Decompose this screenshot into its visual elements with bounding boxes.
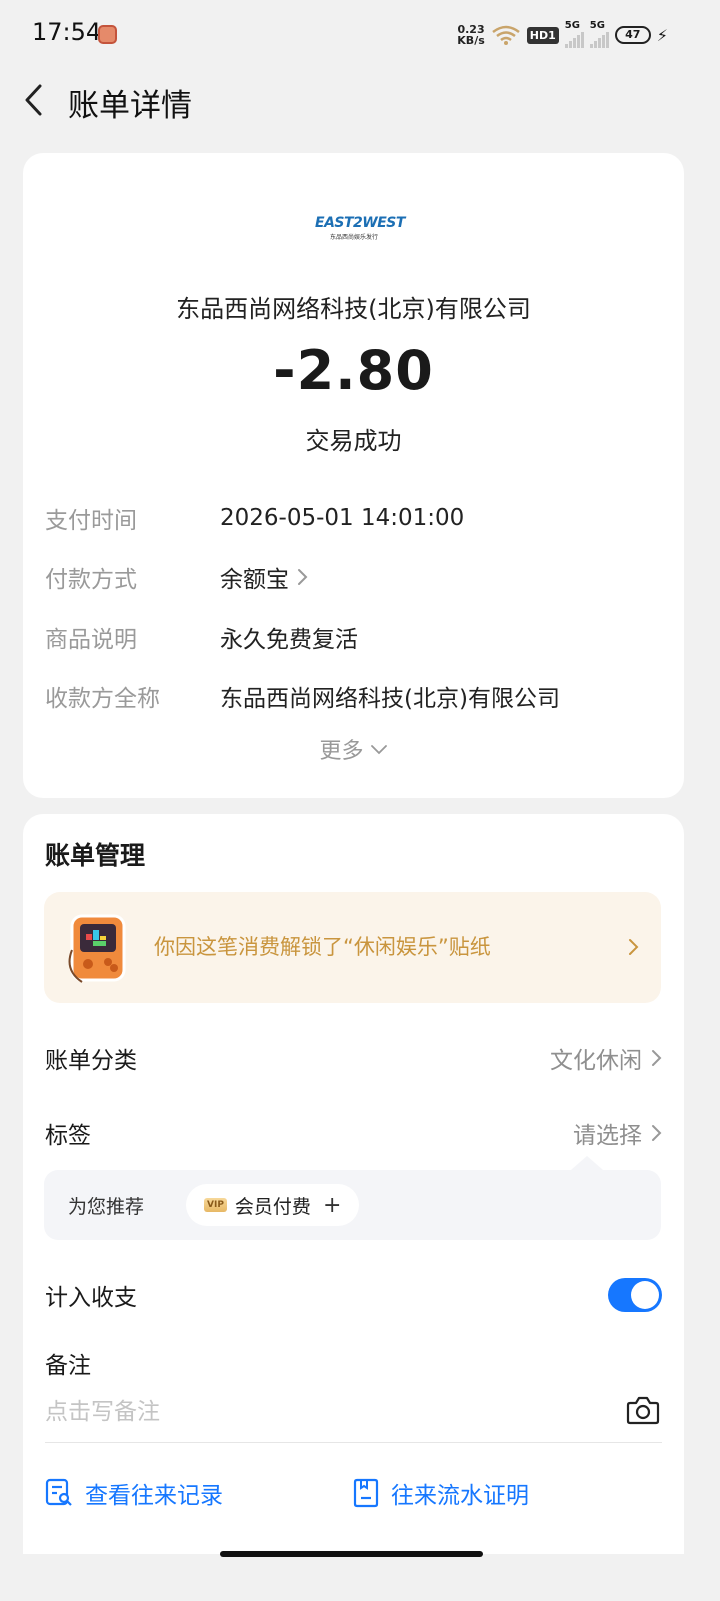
chip-label: 会员付费 <box>234 1195 311 1218</box>
detail-value: 永久免费复活 <box>220 627 358 653</box>
detail-pay-method[interactable]: 付款方式 余额宝 <box>45 557 309 597</box>
status-time: 17:54 <box>32 18 102 46</box>
battery-icon: 47 <box>614 26 651 44</box>
tag-select[interactable]: 请选择 <box>573 1116 662 1150</box>
game-console-sticker-icon <box>68 914 126 983</box>
detail-payee: 收款方全称 东品西尚网络科技(北京)有限公司 <box>45 676 560 716</box>
chevron-down-icon <box>370 745 387 755</box>
detail-value: 东品西尚网络科技(北京)有限公司 <box>220 686 560 712</box>
tag-chip-member-payment[interactable]: VIP 会员付费 + <box>186 1184 360 1226</box>
section-title: 账单管理 <box>45 841 146 870</box>
detail-value[interactable]: 余额宝 <box>220 560 309 594</box>
bill-management-card: 账单管理 你因这笔消费解锁了“休闲娱乐”贴纸 账单分类 文化休闲 标签 请选择 <box>23 814 684 1554</box>
transaction-status: 交易成功 <box>305 427 402 455</box>
status-bar: 17:54 0.23 KB/s HD1 5G 5G 47 ⚡ <box>0 0 720 66</box>
include-toggle[interactable] <box>608 1278 662 1312</box>
divider <box>45 1442 662 1443</box>
signal-icon-sim1: 5G <box>564 20 584 48</box>
view-history-link[interactable]: 查看往来记录 <box>45 1476 223 1510</box>
status-indicators: 0.23 KB/s HD1 5G 5G 47 ⚡ <box>457 20 668 49</box>
page-title: 账单详情 <box>68 88 192 124</box>
detail-label: 收款方全称 <box>45 686 160 712</box>
more-button[interactable]: 更多 <box>23 733 684 765</box>
home-indicator[interactable] <box>220 1551 483 1557</box>
charging-icon: ⚡ <box>656 25 668 45</box>
detail-label: 商品说明 <box>45 627 137 653</box>
tag-row[interactable]: 标签 请选择 <box>45 1113 662 1153</box>
remark-input[interactable] <box>45 1394 605 1430</box>
detail-goods: 商品说明 永久免费复活 <box>45 617 358 657</box>
sticker-promo-banner[interactable]: 你因这笔消费解锁了“休闲娱乐”贴纸 <box>44 892 661 1003</box>
notification-icon <box>98 25 117 44</box>
chevron-right-icon <box>652 1050 662 1066</box>
transaction-proof-label: 往来流水证明 <box>391 1483 529 1509</box>
view-history-label: 查看往来记录 <box>85 1483 223 1509</box>
promo-text: 你因这笔消费解锁了“休闲娱乐”贴纸 <box>154 935 491 959</box>
hd-icon: HD1 <box>526 26 559 44</box>
header: 账单详情 <box>0 66 720 136</box>
detail-value: 2026-05-01 14:01:00 <box>220 505 465 531</box>
remark-label: 备注 <box>45 1353 91 1379</box>
plus-icon: + <box>322 1192 342 1218</box>
network-speed: 0.23 KB/s <box>457 23 485 47</box>
include-label: 计入收支 <box>45 1285 137 1311</box>
record-search-icon <box>45 1478 72 1506</box>
include-in-balance-row: 计入收支 <box>45 1275 662 1315</box>
tag-label: 标签 <box>45 1123 91 1149</box>
camera-icon[interactable] <box>626 1395 660 1425</box>
transaction-card: EAST2WEST 东品西尚娱乐发行 东品西尚网络科技(北京)有限公司 -2.8… <box>23 153 684 798</box>
chevron-right-icon <box>652 1125 662 1141</box>
chevron-right-icon <box>629 939 639 955</box>
document-icon <box>353 1478 379 1508</box>
detail-label: 支付时间 <box>45 508 137 534</box>
merchant-logo: EAST2WEST 东品西尚娱乐发行 <box>315 215 405 241</box>
tag-recommendation-box: 为您推荐 VIP 会员付费 + <box>44 1156 661 1240</box>
detail-pay-time: 支付时间 2026-05-01 14:01:00 <box>45 498 464 538</box>
bill-category-value[interactable]: 文化休闲 <box>550 1041 662 1075</box>
signal-icon-sim2: 5G <box>589 20 609 48</box>
transaction-proof-link[interactable]: 往来流水证明 <box>353 1476 529 1510</box>
wifi-icon <box>492 25 520 45</box>
bill-category-label: 账单分类 <box>45 1048 137 1074</box>
back-icon[interactable] <box>18 80 54 120</box>
merchant-name: 东品西尚网络科技(北京)有限公司 <box>176 295 531 323</box>
detail-label: 付款方式 <box>45 567 137 593</box>
recommend-label: 为您推荐 <box>68 1196 145 1218</box>
amount: -2.80 <box>273 339 434 402</box>
bill-category-row[interactable]: 账单分类 文化休闲 <box>45 1038 662 1078</box>
vip-badge-icon: VIP <box>204 1198 227 1212</box>
chevron-right-icon <box>298 569 308 585</box>
more-label: 更多 <box>319 739 364 764</box>
